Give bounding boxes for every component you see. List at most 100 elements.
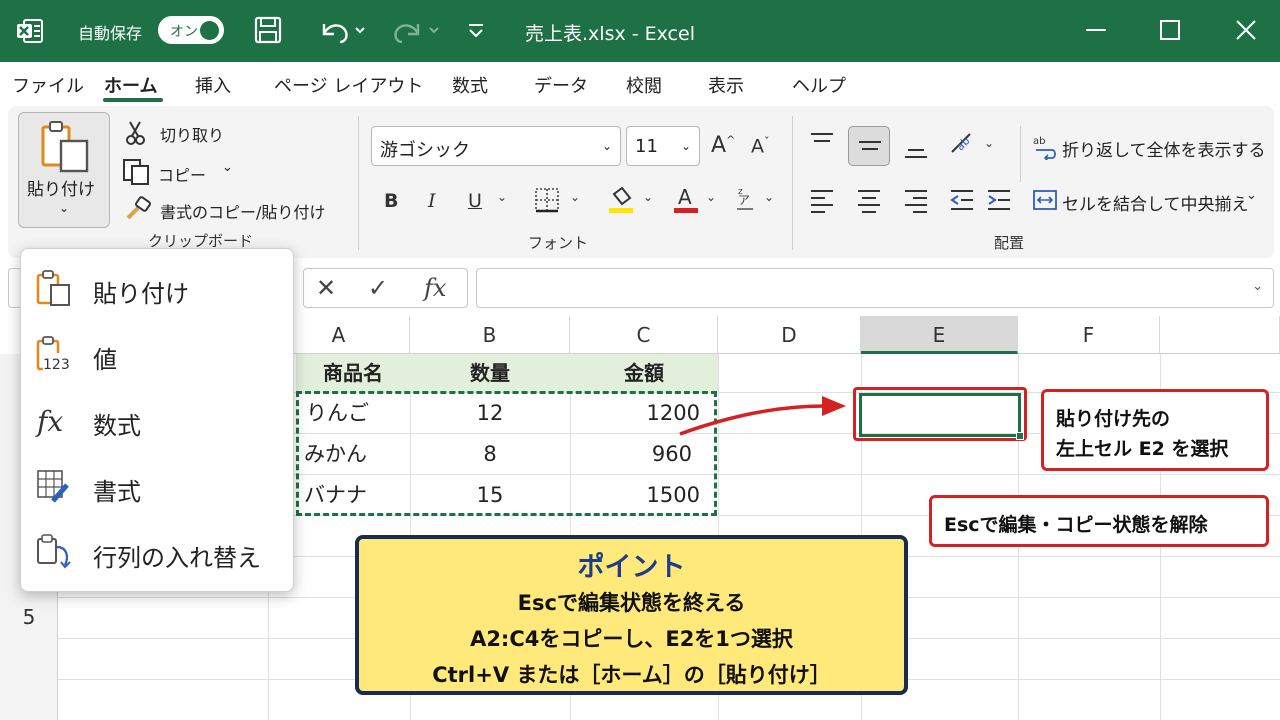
row-header-5[interactable]: 5	[0, 605, 58, 629]
merge-center-button[interactable]: セルを結合して中央揃え	[1062, 190, 1249, 215]
decrease-indent-icon[interactable]	[948, 186, 976, 214]
paste-button[interactable]: 貼り付け ⌄	[18, 112, 110, 228]
fx-icon: fx	[35, 405, 63, 438]
italic-button[interactable]: I	[428, 190, 436, 212]
maximize-icon[interactable]	[1152, 14, 1188, 46]
align-bottom-icon[interactable]	[902, 138, 930, 164]
column-header-f[interactable]: F	[1018, 316, 1160, 354]
callout-line-2: 左上セル E2 を選択	[1056, 438, 1229, 460]
expand-formula-chevron-icon[interactable]: ⌄	[1252, 279, 1263, 294]
paste-option-label: 行列の入れ替え	[93, 544, 261, 572]
font-color-dropdown-chevron-icon[interactable]: ⌄	[706, 190, 716, 204]
align-center-icon[interactable]	[855, 186, 883, 214]
font-color-icon[interactable]: A	[672, 184, 700, 214]
point-line-2: A2:C4をコピーし、E2を1つ選択	[470, 627, 793, 651]
svg-text:ア: ア	[738, 193, 750, 207]
orientation-dropdown-chevron-icon[interactable]: ⌄	[984, 136, 994, 150]
align-middle-button[interactable]	[848, 126, 890, 166]
font-name-select[interactable]: 游ゴシック ⌄	[371, 126, 621, 166]
selected-cell-e2[interactable]	[859, 393, 1024, 440]
wrap-text-icon: ab	[1033, 136, 1056, 160]
borders-icon[interactable]	[533, 186, 561, 214]
phonetic-guide-icon[interactable]: z ア	[734, 182, 756, 214]
customize-toolbar-icon[interactable]	[464, 14, 488, 46]
paste-values-icon: 123	[36, 336, 71, 373]
tab-home[interactable]: ホーム	[104, 72, 157, 98]
column-header-b[interactable]: B	[410, 316, 570, 354]
column-header-g[interactable]	[1160, 316, 1280, 354]
grow-font-button[interactable]: A^	[711, 133, 735, 158]
borders-dropdown-chevron-icon[interactable]: ⌄	[570, 190, 580, 204]
tab-file[interactable]: ファイル	[12, 72, 84, 98]
paste-option-formulas[interactable]: fx 数式	[21, 389, 295, 449]
underline-dropdown-chevron-icon[interactable]: ⌄	[497, 190, 507, 204]
fill-color-icon[interactable]	[606, 184, 636, 214]
paste-option-formats[interactable]: 書式	[21, 455, 295, 515]
point-line-1: Escで編集状態を終える	[517, 591, 746, 615]
header-cell-a1[interactable]: 商品名	[296, 354, 410, 392]
save-icon[interactable]	[252, 14, 284, 46]
column-header-d[interactable]: D	[718, 316, 861, 354]
tab-data[interactable]: データ	[534, 72, 588, 98]
cancel-icon[interactable]: ✕	[316, 274, 336, 302]
copy-button[interactable]: コピー	[158, 162, 206, 186]
paste-button-label: 貼り付け	[27, 180, 95, 200]
tab-view[interactable]: 表示	[708, 72, 744, 98]
point-box: ポイント Escで編集状態を終える A2:C4をコピーし、E2を1つ選択 Ctr…	[355, 535, 908, 695]
underline-button[interactable]: U	[468, 190, 482, 212]
phonetic-dropdown-chevron-icon[interactable]: ⌄	[764, 190, 774, 204]
esc-note-callout: Escで編集・コピー状態を解除	[929, 495, 1269, 547]
scissors-icon	[126, 121, 145, 145]
font-group-label: フォント	[528, 234, 589, 252]
column-header-e[interactable]: E	[861, 316, 1018, 354]
tab-formulas[interactable]: 数式	[452, 72, 488, 98]
font-size-select[interactable]: 11 ⌄	[626, 126, 700, 166]
format-painter-button[interactable]: 書式のコピー/貼り付け	[160, 199, 325, 223]
shrink-font-button[interactable]: Aˇ	[751, 135, 770, 157]
header-cell-b1[interactable]: 数量	[410, 354, 570, 392]
cut-button[interactable]: 切り取り	[160, 122, 224, 146]
paste-icon	[41, 121, 89, 173]
tab-page-layout[interactable]: ページ レイアウト	[274, 72, 423, 98]
paste-option-paste[interactable]: 貼り付け	[21, 257, 295, 317]
align-left-icon[interactable]	[808, 186, 836, 214]
enter-check-icon[interactable]: ✓	[368, 274, 388, 302]
callout-line-1: 貼り付け先の	[1056, 408, 1171, 430]
font-name-value: 游ゴシック	[380, 140, 470, 161]
align-right-icon[interactable]	[902, 186, 930, 214]
redo-icon[interactable]	[392, 14, 444, 46]
fx-icon[interactable]: fx	[424, 274, 446, 302]
copy-icon	[123, 159, 149, 185]
paste-option-label: 貼り付け	[93, 280, 189, 308]
wrap-text-button[interactable]: 折り返して全体を表示する	[1062, 136, 1266, 161]
tab-review[interactable]: 校閲	[626, 72, 662, 98]
format-icon	[37, 470, 69, 503]
fill-color-dropdown-chevron-icon[interactable]: ⌄	[643, 190, 653, 204]
grow-font-label: A	[711, 133, 727, 158]
header-cell-c1[interactable]: 金額	[570, 354, 718, 392]
fill-handle[interactable]	[1016, 432, 1024, 440]
merge-dropdown-chevron-icon[interactable]: ⌄	[1246, 188, 1257, 203]
minimize-icon[interactable]	[1078, 14, 1114, 46]
autosave-toggle[interactable]: オン	[158, 16, 224, 44]
ribbon-tabs: ファイル ホーム 挿入 ページ レイアウト 数式 データ 校閲 表示 ヘルプ	[0, 62, 1280, 106]
active-tab-indicator	[103, 98, 163, 102]
svg-text:fx: fx	[35, 405, 63, 438]
formula-input[interactable]: ⌄	[476, 268, 1274, 308]
tab-insert[interactable]: 挿入	[195, 72, 231, 98]
align-top-icon[interactable]	[808, 130, 836, 156]
svg-text:123: 123	[43, 357, 70, 373]
increase-indent-icon[interactable]	[985, 186, 1013, 214]
undo-icon[interactable]	[316, 14, 368, 46]
tab-help[interactable]: ヘルプ	[792, 72, 846, 98]
column-header-c[interactable]: C	[570, 316, 718, 354]
bold-button[interactable]: B	[384, 190, 398, 212]
shrink-font-label: A	[751, 135, 764, 158]
paste-option-values[interactable]: 123 値	[21, 323, 295, 383]
orientation-icon[interactable]: ab	[948, 128, 980, 162]
paste-option-transpose[interactable]: 行列の入れ替え	[21, 521, 295, 581]
alignment-group-label: 配置	[994, 234, 1025, 252]
toggle-knob	[200, 21, 219, 40]
close-icon[interactable]	[1228, 14, 1264, 46]
copy-dropdown-chevron-icon[interactable]: ⌄	[222, 160, 233, 175]
